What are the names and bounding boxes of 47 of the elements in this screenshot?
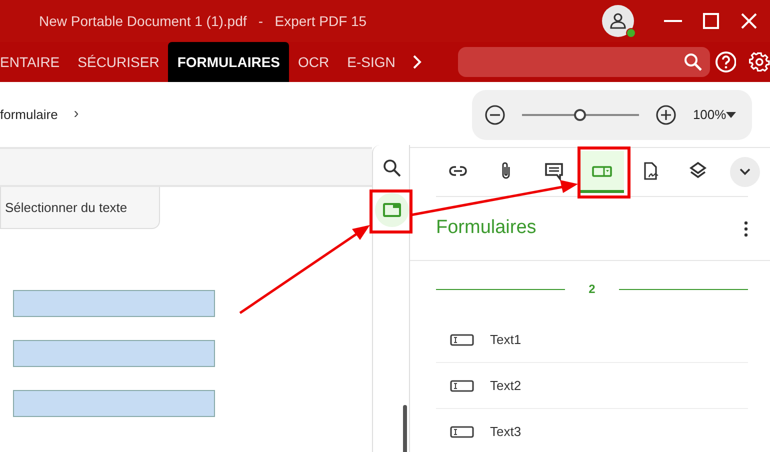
zoom-out-icon[interactable] (484, 104, 506, 126)
field-name: Text2 (490, 376, 522, 395)
form-field-item[interactable]: Text2 (436, 363, 748, 409)
search-field[interactable] (458, 47, 710, 77)
slider-thumb[interactable] (574, 108, 586, 120)
form-field[interactable] (13, 390, 215, 417)
form-field-item[interactable]: Text3 (436, 409, 748, 452)
minimize-icon (664, 20, 682, 22)
more-options-icon[interactable] (744, 220, 748, 236)
text-field-icon (450, 380, 474, 392)
zoom-in-icon[interactable] (655, 104, 677, 126)
layers-icon (688, 160, 708, 180)
panel-title: Formulaires (436, 216, 536, 240)
user-avatar[interactable] (602, 5, 634, 37)
comment-icon (544, 160, 564, 180)
search-icon (684, 53, 702, 71)
window-title: New Portable Document 1 (1).pdf - Expert PDF 15 (38, 12, 368, 31)
user-icon (609, 12, 627, 30)
ribbon-tab[interactable]: SÉCURISER (68, 42, 168, 82)
form-field-icon (382, 200, 402, 220)
ribbon-tab[interactable]: ENTAIRE (0, 42, 69, 82)
close-icon (741, 13, 757, 29)
settings-icon[interactable] (749, 51, 770, 73)
tool-label[interactable]: Sélectionner du texte (0, 187, 160, 229)
ribbon-tab[interactable]: E-SIGN (338, 42, 404, 82)
field-name: Text1 (490, 330, 522, 349)
highlight-frame (370, 190, 412, 234)
form-field-item[interactable]: Text1 (436, 317, 748, 363)
breadcrumb-separator: › (74, 104, 79, 124)
breadcrumb-item[interactable]: formulaire (0, 104, 58, 124)
text-field-icon (450, 334, 474, 346)
ribbon-tab[interactable]: FORMULAIRES (168, 42, 289, 82)
chevron-right-icon[interactable] (412, 55, 422, 69)
form-field[interactable] (13, 290, 215, 317)
highlight-frame (578, 146, 630, 198)
page-group-label: 2 (588, 281, 596, 298)
scrollbar[interactable] (403, 405, 407, 452)
help-icon[interactable] (715, 51, 736, 73)
text-field-icon (450, 426, 474, 438)
form-field[interactable] (13, 340, 215, 367)
expand-button[interactable] (730, 157, 760, 187)
zoom-value: 100% (692, 106, 726, 124)
ribbon-tab[interactable]: OCR (289, 42, 338, 82)
search-icon (382, 158, 402, 178)
maximize-icon (703, 13, 719, 29)
field-name: Text3 (490, 422, 522, 441)
caret-icon[interactable] (726, 112, 736, 118)
